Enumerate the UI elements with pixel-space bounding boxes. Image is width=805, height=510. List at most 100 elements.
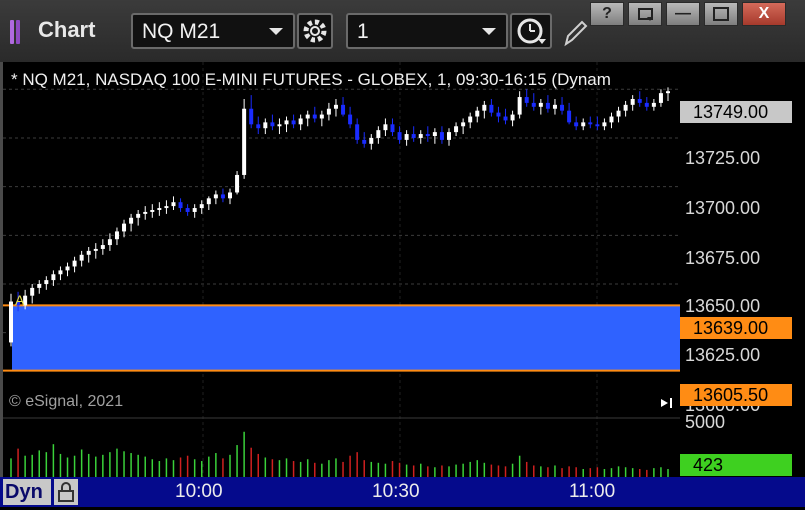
last-volume-tag: 423 (680, 454, 792, 476)
candle-body (51, 274, 56, 281)
candle-body (72, 260, 77, 267)
candle-body (44, 280, 49, 284)
marker-label: A (15, 292, 25, 308)
maximize-button[interactable] (704, 2, 738, 26)
chart-app-icon (10, 20, 26, 44)
candle-body (390, 124, 395, 133)
lock-icon (58, 482, 74, 502)
candle-body (107, 239, 112, 246)
candle-body (37, 284, 42, 288)
candle-body (447, 132, 451, 140)
candle-body (616, 110, 621, 117)
candle-body (666, 91, 670, 94)
lock-button[interactable] (54, 479, 78, 505)
candle-body (79, 254, 84, 261)
candle-body (213, 194, 218, 199)
candle-body (383, 124, 388, 131)
candle-body (348, 114, 353, 125)
candle-body (114, 231, 119, 240)
candle-body (9, 301, 13, 343)
candle-body (503, 116, 508, 121)
candle-body (489, 104, 494, 113)
candle-body (588, 122, 593, 125)
chevron-down-icon (269, 28, 283, 35)
price-label: 13675.00 (685, 248, 761, 268)
chart-plot-area[interactable]: * NQ M21, NASDAQ 100 E-MINI FUTURES - GL… (3, 62, 680, 477)
candle-body (242, 108, 247, 175)
candle-body (178, 202, 183, 209)
time-label: 10:00 (175, 481, 223, 502)
candle-body (136, 213, 141, 218)
time-label: 10:30 (372, 481, 420, 502)
help-button[interactable]: ? (590, 2, 624, 26)
candle-body (531, 102, 536, 107)
candle-body (235, 174, 240, 193)
candle-body (333, 104, 338, 109)
chart-title: * NQ M21, NASDAQ 100 E-MINI FUTURES - GL… (11, 70, 611, 89)
volume-axis-label: 5000 (685, 412, 726, 432)
candle-body (461, 122, 466, 127)
candle-body (58, 270, 63, 275)
window-title: Chart (38, 17, 96, 42)
clock-icon (517, 18, 546, 44)
candle-body (637, 99, 642, 103)
pencil-icon[interactable] (562, 20, 588, 48)
candle-body (411, 134, 416, 138)
candle-body (376, 130, 381, 138)
price-chart-svg (3, 62, 680, 477)
candle-body (545, 102, 550, 109)
candle-body (143, 211, 148, 214)
candle-body (397, 132, 402, 140)
scroll-to-end-icon[interactable] (659, 395, 677, 411)
candle-body (468, 116, 473, 123)
symbol-input[interactable]: NQ M21 (131, 13, 295, 49)
candle-body (552, 104, 557, 109)
dynamic-mode-button[interactable]: Dyn (3, 479, 51, 505)
copyright-text: © eSignal, 2021 (9, 393, 124, 410)
candle-body (581, 122, 586, 127)
candle-body (277, 124, 282, 127)
candle-body (284, 120, 289, 125)
candle-body (454, 126, 459, 133)
time-label: 11:00 (569, 481, 616, 502)
candle-body (312, 114, 317, 119)
maximize-icon (713, 7, 729, 21)
last-price-tag: 13749.00 (680, 101, 792, 123)
candle-body (93, 248, 98, 251)
candle-body (30, 287, 35, 296)
candle-body (510, 114, 515, 121)
candle-body (256, 124, 261, 129)
candle-body (496, 112, 501, 117)
candle-body (538, 102, 543, 107)
price-label: 13625.00 (685, 345, 761, 365)
candle-body (291, 120, 296, 125)
time-template-button[interactable] (510, 13, 552, 49)
restore-down-button[interactable] (628, 2, 662, 26)
candle-body (574, 122, 579, 127)
price-axis[interactable]: 13749.00 13725.00 13700.00 13675.00 1365… (680, 62, 805, 477)
candle-body (228, 192, 232, 199)
candle-body (475, 110, 480, 117)
candle-body (482, 104, 487, 111)
settings-button[interactable] (297, 13, 333, 49)
chart-window: Chart NQ M21 1 ? — X * NQ M21, NASDAQ 10… (0, 0, 805, 507)
interval-input[interactable]: 1 (346, 13, 508, 49)
candle-body (192, 208, 197, 212)
candle-body (432, 132, 437, 136)
candle-body (157, 208, 162, 210)
price-band (12, 305, 680, 371)
candle-body (206, 198, 211, 205)
close-button[interactable]: X (742, 2, 786, 26)
price-label: 13700.00 (685, 198, 761, 218)
candle-body (305, 114, 310, 119)
candle-body (418, 134, 423, 138)
candle-body (658, 93, 663, 103)
candle-body (164, 206, 169, 209)
candle-body (86, 250, 91, 255)
candle-body (517, 97, 522, 115)
candle-body (65, 266, 70, 271)
restore-icon (638, 8, 653, 21)
minimize-button[interactable]: — (666, 2, 700, 26)
candle-body (122, 223, 127, 232)
candle-body (319, 114, 324, 119)
